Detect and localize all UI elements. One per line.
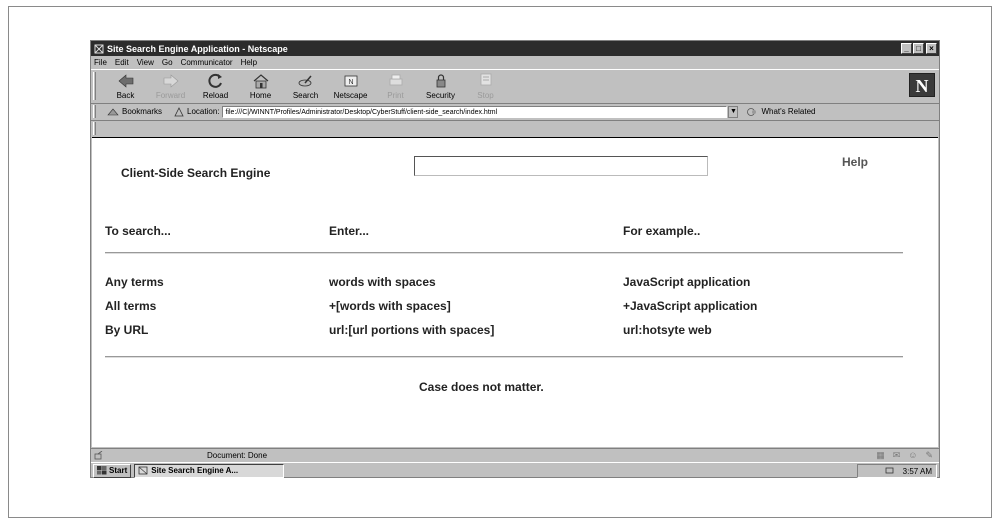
title-bar[interactable]: Site Search Engine Application - Netscap…: [91, 41, 939, 56]
toolbar-grip[interactable]: [93, 72, 96, 100]
start-button[interactable]: Start: [93, 463, 132, 478]
reload-icon: [207, 73, 222, 88]
menu-view[interactable]: View: [137, 58, 154, 67]
menu-help[interactable]: Help: [241, 58, 257, 67]
bookmarks-icon: [107, 108, 119, 115]
status-bar: Document: Done ▦ ✉ ☺ ✎: [91, 448, 939, 461]
reload-button[interactable]: Reload: [193, 73, 238, 102]
minimize-button[interactable]: _: [901, 43, 912, 54]
page-content: Client-Side Search Engine Help To search…: [92, 137, 938, 447]
location-label: Location:: [187, 107, 220, 116]
component-bar: ▦ ✉ ☺ ✎: [876, 450, 933, 461]
composer-component-icon[interactable]: ✎: [925, 450, 933, 461]
security-icon: [436, 74, 445, 88]
svg-text:N: N: [348, 79, 353, 86]
menu-edit[interactable]: Edit: [115, 58, 129, 67]
browser-window: Site Search Engine Application - Netscap…: [90, 40, 940, 478]
window-title: Site Search Engine Application - Netscap…: [107, 43, 288, 54]
location-grip[interactable]: [93, 105, 96, 118]
chevron-down-icon: ▼: [730, 107, 737, 115]
network-tray-icon[interactable]: [885, 467, 895, 475]
home-button[interactable]: Home: [238, 73, 283, 102]
discussion-component-icon[interactable]: ☺: [908, 450, 917, 461]
row-any-terms-example: JavaScript application: [623, 275, 751, 289]
clock[interactable]: 3:57 AM: [903, 467, 932, 476]
location-icon: [174, 106, 184, 116]
navigation-toolbar: Back Forward Reload Home Search N Netsca…: [91, 69, 939, 102]
menu-communicator[interactable]: Communicator: [181, 58, 233, 67]
windows-logo-icon: [97, 466, 107, 475]
print-button[interactable]: Print: [373, 73, 418, 102]
divider-bottom: [105, 356, 903, 358]
help-link[interactable]: Help: [842, 155, 868, 169]
back-arrow-icon: [118, 74, 133, 88]
close-button[interactable]: ×: [926, 43, 937, 54]
menu-bar: File Edit View Go Communicator Help: [91, 56, 939, 69]
navigator-component-icon[interactable]: ▦: [876, 450, 885, 461]
url-field[interactable]: file:///C|/WINNT/Profiles/Administrator/…: [222, 105, 728, 118]
divider-top: [105, 252, 903, 254]
row-all-terms-syntax: +[words with spaces]: [329, 299, 451, 313]
netscape-app-icon: [94, 44, 104, 53]
status-text: Document: Done: [207, 450, 268, 460]
netscape-button[interactable]: N Netscape: [328, 73, 373, 102]
url-dropdown-button[interactable]: ▼: [728, 105, 739, 118]
row-any-terms-syntax: words with spaces: [329, 275, 436, 289]
personal-toolbar-grip[interactable]: [93, 122, 96, 135]
column-header-enter: Enter...: [329, 224, 370, 238]
bookmarks-button[interactable]: Bookmarks: [107, 107, 162, 117]
security-button[interactable]: Security: [418, 73, 463, 102]
page-heading: Client-Side Search Engine: [121, 166, 271, 180]
row-by-url-label: By URL: [105, 323, 149, 337]
case-note: Case does not matter.: [419, 380, 544, 394]
row-all-terms-label: All terms: [105, 299, 157, 313]
location-group: Location: file:///C|/WINNT/Profiles/Admi…: [174, 105, 739, 118]
menu-file[interactable]: File: [94, 58, 107, 67]
search-button[interactable]: Search: [283, 73, 328, 102]
netscape-logo[interactable]: N: [909, 73, 935, 97]
windows-taskbar: Start Site Search Engine A... 3:57 AM: [91, 462, 939, 478]
home-icon: [253, 74, 268, 89]
row-all-terms-example: +JavaScript application: [623, 299, 758, 313]
search-input[interactable]: [414, 156, 708, 176]
taskbar-item-site-search[interactable]: Site Search Engine A...: [134, 463, 285, 478]
mail-component-icon[interactable]: ✉: [893, 450, 901, 461]
netscape-icon: N: [344, 75, 357, 87]
netscape-task-icon: [138, 466, 148, 475]
location-toolbar: Bookmarks Location: file:///C|/WINNT/Pro…: [91, 103, 939, 119]
row-by-url-syntax: url:[url portions with spaces]: [329, 323, 495, 337]
search-icon: [298, 75, 312, 87]
column-header-to-search: To search...: [105, 224, 171, 238]
system-tray: 3:57 AM: [857, 464, 937, 478]
forward-arrow-icon: [163, 74, 178, 88]
back-button[interactable]: Back: [103, 73, 148, 102]
column-header-example: For example..: [623, 224, 701, 238]
forward-button[interactable]: Forward: [148, 73, 193, 102]
connection-icon: [94, 451, 103, 460]
print-icon: [389, 74, 402, 86]
maximize-button[interactable]: □: [913, 43, 924, 54]
menu-go[interactable]: Go: [162, 58, 173, 67]
stop-button[interactable]: Stop: [463, 73, 508, 102]
stop-icon: [480, 73, 491, 86]
whats-related-button[interactable]: What's Related: [746, 107, 815, 117]
window-controls: _ □ ×: [901, 43, 937, 54]
row-any-terms-label: Any terms: [105, 275, 164, 289]
related-icon: [747, 107, 757, 116]
row-by-url-example: url:hotsyte web: [623, 323, 712, 337]
personal-toolbar: [91, 120, 939, 136]
